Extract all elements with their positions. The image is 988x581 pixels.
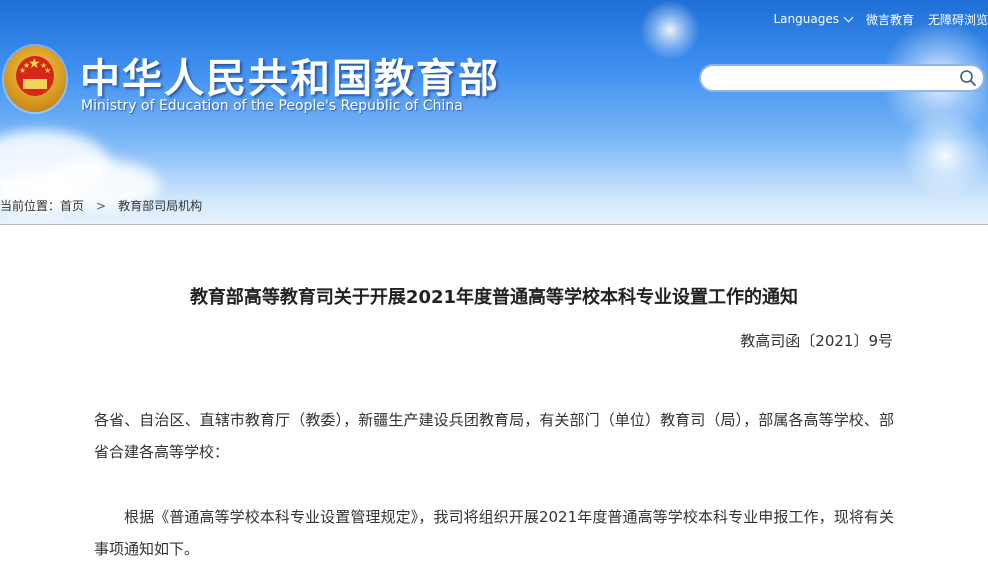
header-divider [0,224,988,225]
site-header: Languages 微言教育 无障碍浏览 ★ ★ ★ ★ ★ 中华人民共和国教育… [0,0,988,224]
breadcrumb-current-link[interactable]: 教育部司局机构 [118,199,202,213]
document-addressee: 各省、自治区、直辖市教育厅（教委），新疆生产建设兵团教育局，有关部门（单位）教育… [94,411,894,461]
dandelion-decoration [640,0,700,60]
accessibility-link[interactable]: 无障碍浏览 [928,11,988,28]
document-title: 教育部高等教育司关于开展2021年度普通高等学校本科专业设置工作的通知 [189,287,799,308]
chevron-down-icon [843,12,854,23]
breadcrumb-separator: > [96,199,107,213]
dandelion-decoration [900,110,988,200]
breadcrumb-prefix: 当前位置： [0,199,61,213]
document-number: 教高司函〔2021〕9号 [740,332,893,350]
languages-menu[interactable]: Languages [773,12,854,26]
site-title-en[interactable]: Ministry of Education of the People's Re… [81,98,463,114]
site-title-cn[interactable]: 中华人民共和国教育部 [80,46,500,104]
breadcrumb: 当前位置：首页 > 教育部司局机构 [0,197,202,214]
languages-label: Languages [773,12,839,26]
search-box [699,64,985,92]
search-icon[interactable] [959,69,977,87]
top-links: Languages 微言教育 无障碍浏览 [759,10,988,28]
national-emblem-icon: ★ ★ ★ ★ ★ [4,46,66,112]
weibo-link[interactable]: 微言教育 [866,11,914,28]
document-paragraph: 根据《普通高等学校本科专业设置管理规定》，我司将组织开展2021年度普通高等学校… [94,508,894,558]
search-input[interactable] [713,69,957,89]
breadcrumb-home-link[interactable]: 首页 [60,199,84,213]
